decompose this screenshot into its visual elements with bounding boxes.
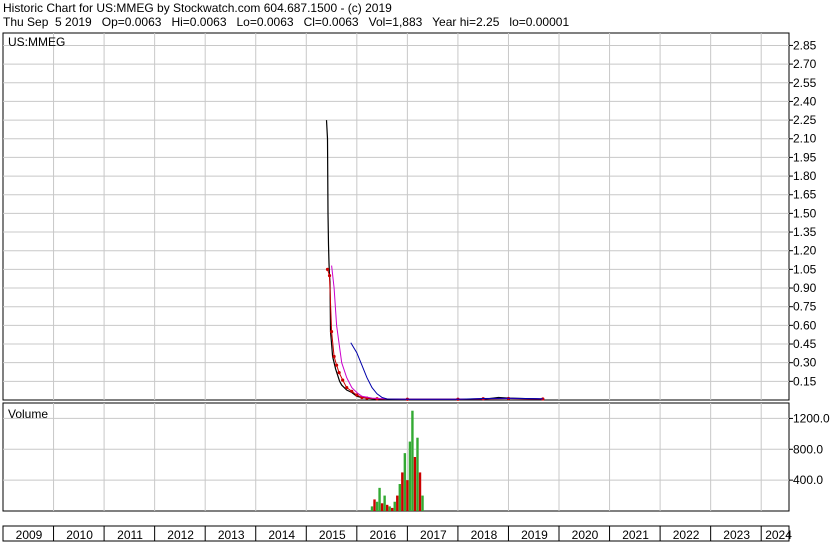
x-tick-label: 2013 xyxy=(218,528,245,542)
volume-y-tick-label: 800.0 xyxy=(793,442,823,456)
x-tick-label: 2010 xyxy=(66,528,93,542)
price-y-tick-label: 0.45 xyxy=(793,337,817,351)
series-point-moving-average-short xyxy=(350,389,354,393)
x-tick-label: 2024 xyxy=(765,528,792,542)
volume-bar xyxy=(416,437,419,511)
volume-bar xyxy=(370,506,374,511)
x-tick-label: 2014 xyxy=(268,528,295,542)
series-point-moving-average-short xyxy=(329,329,334,334)
x-tick-label: 2016 xyxy=(369,528,396,542)
volume-bar xyxy=(391,507,394,511)
volume-bar xyxy=(378,487,381,511)
x-tick-label: 2011 xyxy=(117,528,143,542)
volume-bar xyxy=(385,504,389,511)
price-y-tick-label: 0.30 xyxy=(793,356,817,370)
price-y-tick-label: 2.70 xyxy=(793,57,817,71)
price-y-tick-label: 1.80 xyxy=(793,169,817,183)
price-y-tick-label: 1.05 xyxy=(793,262,817,276)
volume-bar xyxy=(418,472,422,511)
price-y-tick-label: 1.65 xyxy=(793,188,817,202)
x-tick-label: 2023 xyxy=(723,528,750,542)
x-tick-label: 2020 xyxy=(572,528,599,542)
volume-bar xyxy=(396,495,399,511)
series-point-moving-average-short xyxy=(341,378,345,382)
volume-bar xyxy=(408,441,412,511)
series-point-moving-average-short xyxy=(325,267,330,271)
volume-bar xyxy=(411,410,414,511)
volume-y-tick-label: 400.0 xyxy=(793,473,823,487)
volume-bar xyxy=(403,453,407,511)
price-y-tick-label: 2.25 xyxy=(793,113,817,127)
volume-bar xyxy=(388,506,391,511)
price-y-tick-label: 0.90 xyxy=(793,281,817,295)
price-y-tick-label: 2.85 xyxy=(793,38,817,52)
series-point-moving-average-short xyxy=(335,363,339,367)
x-tick-label: 2017 xyxy=(420,528,447,542)
volume-panel-title: Volume xyxy=(8,407,48,421)
volume-bar xyxy=(373,499,376,511)
volume-bar xyxy=(406,480,409,511)
volume-bar xyxy=(383,495,386,511)
series-point-moving-average-short xyxy=(327,273,332,278)
price-panel-title: US:MMEG xyxy=(8,35,65,49)
x-tick-label: 2021 xyxy=(622,528,649,542)
x-tick-label: 2009 xyxy=(16,528,43,542)
price-y-tick-label: 1.20 xyxy=(793,244,817,258)
volume-bar xyxy=(393,501,396,511)
price-y-tick-label: 2.10 xyxy=(793,132,817,146)
volume-bar xyxy=(421,495,424,511)
price-y-tick-label: 1.35 xyxy=(793,225,817,239)
volume-bar xyxy=(401,472,404,511)
price-y-tick-label: 1.95 xyxy=(793,150,817,164)
volume-bar xyxy=(398,484,401,511)
price-y-tick-label: 2.55 xyxy=(793,76,817,90)
volume-bar xyxy=(375,501,379,511)
series-point-moving-average-short xyxy=(337,371,341,375)
volume-y-axis: 1200.0 800.0 400.0 xyxy=(789,411,830,487)
price-panel xyxy=(2,32,790,401)
series-point-moving-average-short xyxy=(345,385,349,390)
price-y-tick-label: 2.40 xyxy=(793,94,817,108)
stock-chart: 2.85 2.70 2.55 2.40 2.25 2.10 1.95 1.80 1.65 1.50… xyxy=(2,32,830,542)
volume-bar xyxy=(380,503,384,511)
series-point-moving-average-short xyxy=(332,354,336,359)
price-y-tick-label: 0.60 xyxy=(793,318,817,332)
x-tick-label: 2022 xyxy=(673,528,700,542)
volume-y-tick-label: 1200.0 xyxy=(793,411,830,425)
volume-bar xyxy=(413,457,417,511)
x-tick-label: 2018 xyxy=(471,528,498,542)
volume-panel xyxy=(2,402,790,512)
price-y-tick-label: 1.50 xyxy=(793,206,817,220)
price-y-tick-label: 0.15 xyxy=(793,374,817,388)
x-tick-label: 2015 xyxy=(319,528,346,542)
price-y-tick-label: 0.75 xyxy=(793,300,817,314)
x-tick-label: 2019 xyxy=(521,528,548,542)
price-y-axis: 2.85 2.70 2.55 2.40 2.25 2.10 1.95 1.80 1.65 1.50… xyxy=(789,38,817,388)
x-tick-label: 2012 xyxy=(167,528,194,542)
